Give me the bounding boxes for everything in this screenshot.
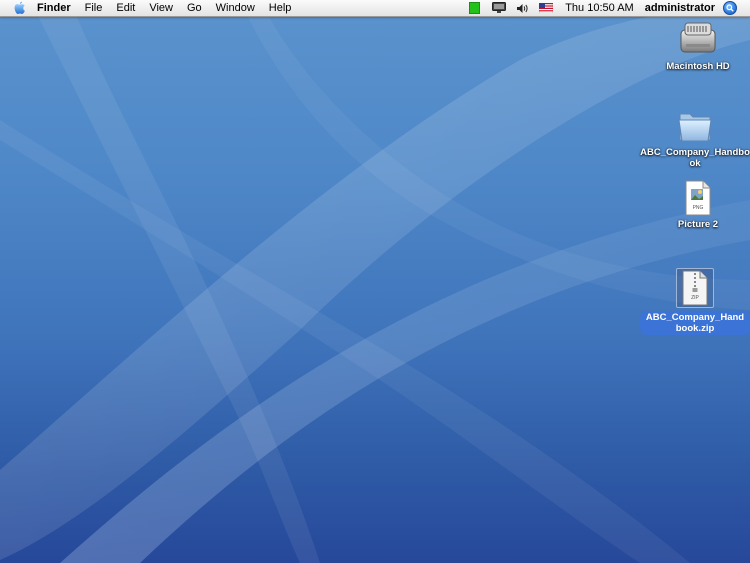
png-file-icon[interactable]: PNG xyxy=(683,180,713,216)
menu-bar: Finder File Edit View Go Window Help Thu… xyxy=(0,0,750,17)
wallpaper-swooshes xyxy=(0,0,750,563)
menu-help[interactable]: Help xyxy=(262,0,299,16)
menu-file[interactable]: File xyxy=(78,0,110,16)
apple-logo-icon[interactable] xyxy=(12,0,28,16)
desktop-icon-label: ABC_Company_Handbook.zip xyxy=(640,311,750,335)
svg-text:ZIP: ZIP xyxy=(691,295,699,301)
menu-app-finder[interactable]: Finder xyxy=(32,0,78,16)
menu-window[interactable]: Window xyxy=(209,0,262,16)
display-icon xyxy=(492,2,507,13)
hard-drive-icon[interactable] xyxy=(678,20,718,58)
volume-icon xyxy=(517,3,528,13)
menu-clock[interactable]: Thu 10:50 AM xyxy=(558,2,641,14)
svg-text:PNG: PNG xyxy=(693,205,704,211)
us-flag-icon xyxy=(539,3,554,13)
battery-icon xyxy=(469,2,481,14)
desktop-icon-macintosh-hd[interactable]: Macintosh HD xyxy=(652,20,744,72)
menu-view[interactable]: View xyxy=(142,0,180,16)
volume-status[interactable] xyxy=(511,0,534,16)
desktop-icon-picture-2[interactable]: PNG Picture 2 xyxy=(652,180,744,230)
display-status[interactable] xyxy=(487,0,511,16)
desktop-icon-label: ABC_Company_Handbook xyxy=(640,147,750,169)
desktop-icon-handbook-folder[interactable]: ABC_Company_Handbook xyxy=(640,108,750,169)
menu-edit[interactable]: Edit xyxy=(109,0,142,16)
desktop[interactable]: Macintosh HD ABC_Company_Handbook PNG Pi… xyxy=(0,0,750,563)
folder-icon[interactable] xyxy=(676,108,714,144)
desktop-icon-label: Picture 2 xyxy=(677,219,719,230)
input-menu[interactable] xyxy=(534,0,558,16)
zip-file-icon[interactable]: ZIP xyxy=(676,268,714,308)
desktop-icon-label: Macintosh HD xyxy=(666,61,730,72)
user-menu[interactable]: administrator xyxy=(641,2,723,14)
spotlight-icon[interactable] xyxy=(723,1,737,15)
menu-go[interactable]: Go xyxy=(180,0,209,16)
battery-status[interactable] xyxy=(462,0,487,16)
desktop-icon-handbook-zip[interactable]: ZIP ABC_Company_Handbook.zip xyxy=(640,268,750,335)
